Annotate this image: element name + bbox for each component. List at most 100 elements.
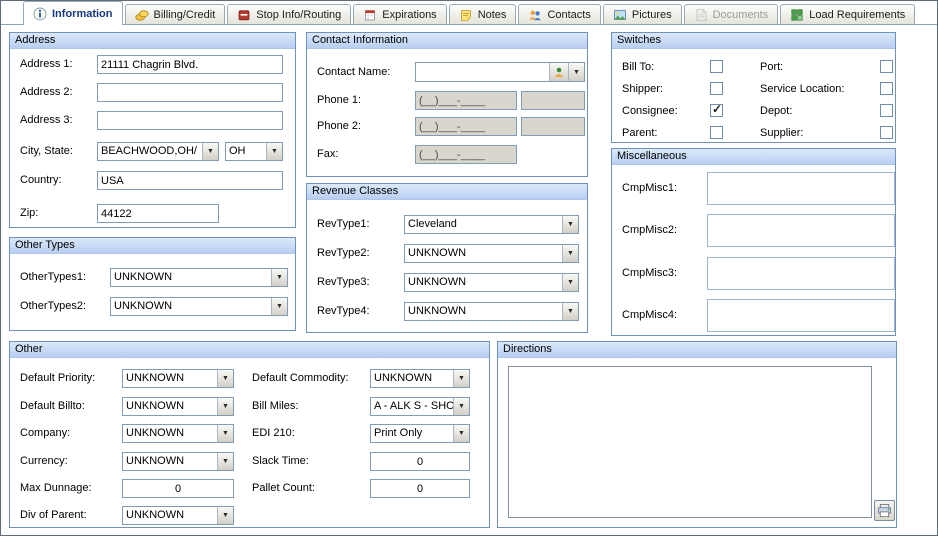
zip-label: Zip:: [20, 207, 38, 219]
default-priority-label: Default Priority:: [20, 372, 95, 384]
cmpmisc1-input[interactable]: [707, 172, 895, 205]
picture-icon: [613, 8, 627, 22]
max-dunnage-input[interactable]: [122, 479, 234, 498]
default-billto-combobox[interactable]: UNKNOWN ▼: [122, 397, 234, 416]
chevron-down-icon[interactable]: ▼: [217, 370, 233, 387]
address1-input[interactable]: [97, 55, 283, 74]
port-switch-label: Port:: [760, 61, 783, 73]
phone1-label: Phone 1:: [317, 94, 361, 106]
address-header: Address: [10, 33, 295, 49]
tab-notes[interactable]: Notes: [449, 4, 517, 24]
printer-icon: [877, 503, 892, 518]
chevron-down-icon[interactable]: ▼: [562, 245, 578, 262]
shipper-checkbox[interactable]: [710, 82, 723, 95]
directions-groupbox: Directions: [497, 341, 897, 528]
chevron-down-icon[interactable]: ▼: [266, 143, 282, 160]
print-directions-button[interactable]: [874, 500, 895, 521]
revtype1-combobox[interactable]: Cleveland ▼: [404, 215, 579, 234]
depot-checkbox[interactable]: [880, 104, 893, 117]
tab-pictures[interactable]: Pictures: [603, 4, 682, 24]
note-icon: [459, 8, 473, 22]
default-priority-combobox[interactable]: UNKNOWN ▼: [122, 369, 234, 388]
shipper-switch-label: Shipper:: [622, 83, 663, 95]
revtype3-combobox[interactable]: UNKNOWN ▼: [404, 273, 579, 292]
default-billto-label: Default Billto:: [20, 400, 85, 412]
tab-billing-credit-label: Billing/Credit: [154, 9, 216, 21]
cmpmisc3-input[interactable]: [707, 257, 895, 290]
tab-documents[interactable]: Documents: [684, 4, 779, 24]
address3-input[interactable]: [97, 111, 283, 130]
service-location-checkbox[interactable]: [880, 82, 893, 95]
tab-notes-label: Notes: [478, 9, 507, 21]
currency-combobox[interactable]: UNKNOWN ▼: [122, 452, 234, 471]
phone1-input[interactable]: [415, 91, 517, 110]
state-combobox[interactable]: OH ▼: [225, 142, 283, 161]
pallet-count-label: Pallet Count:: [252, 482, 315, 494]
chevron-down-icon[interactable]: ▼: [202, 143, 218, 160]
tab-stop-info-routing[interactable]: Stop Info/Routing: [227, 4, 351, 24]
chevron-down-icon[interactable]: ▼: [562, 274, 578, 291]
tab-billing-credit[interactable]: Billing/Credit: [125, 4, 226, 24]
edi-210-combobox[interactable]: Print Only ▼: [370, 424, 470, 443]
contact-name-combobox[interactable]: ▼: [415, 62, 585, 82]
chevron-down-icon[interactable]: ▼: [217, 453, 233, 470]
slack-time-input[interactable]: [370, 452, 470, 471]
miscellaneous-groupbox: Miscellaneous CmpMisc1: CmpMisc2: CmpMis…: [611, 148, 896, 336]
tab-information[interactable]: Information: [23, 1, 123, 25]
address-groupbox: Address Address 1: Address 2: Address 3:…: [9, 32, 296, 228]
tab-load-requirements[interactable]: Load Requirements: [780, 4, 915, 24]
revtype4-combobox[interactable]: UNKNOWN ▼: [404, 302, 579, 321]
fax-input[interactable]: [415, 145, 517, 164]
chevron-down-icon[interactable]: ▼: [271, 298, 287, 315]
other-types1-combobox[interactable]: UNKNOWN ▼: [110, 268, 288, 287]
edi-210-label: EDI 210:: [252, 427, 295, 439]
country-input[interactable]: [97, 171, 283, 190]
chevron-down-icon[interactable]: ▼: [562, 303, 578, 320]
bill-miles-combobox[interactable]: A - ALK S - SHO ▼: [370, 397, 470, 416]
default-priority-value: UNKNOWN: [123, 370, 217, 387]
port-checkbox[interactable]: [880, 60, 893, 73]
consignee-switch-label: Consignee:: [622, 105, 678, 117]
chevron-down-icon[interactable]: ▼: [453, 425, 469, 442]
parent-checkbox[interactable]: [710, 126, 723, 139]
service-location-switch-label: Service Location:: [760, 83, 844, 95]
zip-input[interactable]: [97, 204, 219, 223]
chevron-down-icon[interactable]: ▼: [453, 370, 469, 387]
slack-time-label: Slack Time:: [252, 455, 309, 467]
default-commodity-combobox[interactable]: UNKNOWN ▼: [370, 369, 470, 388]
other-types1-value: UNKNOWN: [111, 269, 271, 286]
other-types2-combobox[interactable]: UNKNOWN ▼: [110, 297, 288, 316]
address2-input[interactable]: [97, 83, 283, 102]
revtype2-combobox[interactable]: UNKNOWN ▼: [404, 244, 579, 263]
revtype3-value: UNKNOWN: [405, 274, 562, 291]
contact-information-groupbox: Contact Information Contact Name: ▼ Phon…: [306, 32, 588, 177]
chevron-down-icon[interactable]: ▼: [562, 216, 578, 233]
chevron-down-icon[interactable]: ▼: [271, 269, 287, 286]
phone2-input[interactable]: [415, 117, 517, 136]
supplier-checkbox[interactable]: [880, 126, 893, 139]
tab-load-requirements-label: Load Requirements: [809, 9, 905, 21]
directions-textarea[interactable]: [508, 366, 872, 518]
cmpmisc2-input[interactable]: [707, 214, 895, 247]
tab-pictures-label: Pictures: [632, 9, 672, 21]
chevron-down-icon[interactable]: ▼: [217, 425, 233, 442]
phone1-ext-input[interactable]: [521, 91, 585, 110]
calendar-icon: [363, 8, 377, 22]
company-combobox[interactable]: UNKNOWN ▼: [122, 424, 234, 443]
cmpmisc4-input[interactable]: [707, 299, 895, 332]
phone2-ext-input[interactable]: [521, 117, 585, 136]
depot-switch-label: Depot:: [760, 105, 792, 117]
chevron-down-icon[interactable]: ▼: [453, 398, 469, 415]
chevron-down-icon[interactable]: ▼: [217, 507, 233, 524]
tab-expirations[interactable]: Expirations: [353, 4, 446, 24]
tab-contacts[interactable]: Contacts: [518, 4, 600, 24]
revtype2-value: UNKNOWN: [405, 245, 562, 262]
pallet-count-input[interactable]: [370, 479, 470, 498]
chevron-down-icon[interactable]: ▼: [568, 63, 584, 81]
billto-checkbox[interactable]: [710, 60, 723, 73]
city-combobox[interactable]: BEACHWOOD,OH/ ▼: [97, 142, 219, 161]
consignee-checkbox[interactable]: [710, 104, 723, 117]
chevron-down-icon[interactable]: ▼: [217, 398, 233, 415]
select-contact-button[interactable]: [549, 63, 568, 81]
div-of-parent-combobox[interactable]: UNKNOWN ▼: [122, 506, 234, 525]
